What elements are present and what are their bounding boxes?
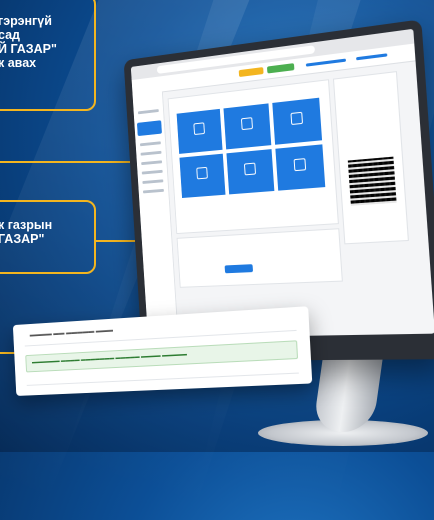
card-title: ▬▬▬▬ ▬▬ ▬▬▬▬▬ ▬▬▬ <box>29 327 114 339</box>
form-button[interactable] <box>224 264 254 274</box>
callout-middle-line-1: к газрын <box>0 218 53 232</box>
bottom-form-panel <box>176 228 343 288</box>
sidebar-item-active[interactable] <box>136 120 162 137</box>
card-divider <box>26 372 299 386</box>
header-link[interactable] <box>356 53 388 61</box>
sidebar-item[interactable] <box>139 141 161 147</box>
service-tile[interactable] <box>226 149 275 195</box>
service-tile[interactable] <box>179 153 226 199</box>
document-icon <box>243 162 257 176</box>
sidebar-item[interactable] <box>141 160 163 166</box>
callout-top-line-4: к авах <box>0 56 37 70</box>
service-tile[interactable] <box>223 103 272 150</box>
callout-top-line-1: гэрэнгүй <box>0 14 52 28</box>
success-message-box: ▬▬▬▬▬▬ ▬▬▬▬ ▬▬▬▬▬▬▬ ▬▬▬▬▬ ▬▬▬▬ ▬▬▬▬▬ <box>25 340 299 373</box>
callout-top-line-2: сад <box>0 28 20 42</box>
callout-top: гэрэнгүй сад Й ГАЗАР" к авах <box>0 0 96 111</box>
sidebar-item[interactable] <box>140 150 162 156</box>
document-icon <box>293 158 307 172</box>
sidebar-item[interactable] <box>142 188 164 194</box>
screen <box>130 28 434 339</box>
header-link[interactable] <box>305 58 347 67</box>
sidebar-item[interactable] <box>142 179 164 184</box>
header-tag-yellow[interactable] <box>238 67 264 78</box>
service-tile[interactable] <box>176 108 223 154</box>
right-info-panel <box>332 71 409 245</box>
service-tiles-panel <box>167 79 339 235</box>
qr-code-overlay <box>347 156 397 206</box>
document-icon <box>240 117 253 131</box>
document-icon <box>196 166 208 180</box>
success-message-text: ▬▬▬▬▬▬ ▬▬▬▬ ▬▬▬▬▬▬▬ ▬▬▬▬▬ ▬▬▬▬ ▬▬▬▬▬ <box>31 351 188 366</box>
header-tag-green[interactable] <box>266 63 295 74</box>
service-tile[interactable] <box>272 97 323 145</box>
callout-top-line-3: Й ГАЗАР" <box>0 42 57 56</box>
callout-middle: к газрын ГАЗАР" <box>0 200 96 274</box>
sidebar-item[interactable] <box>141 169 163 175</box>
document-icon <box>193 122 205 136</box>
service-tile[interactable] <box>275 144 326 191</box>
document-icon <box>290 111 304 126</box>
sidebar-item[interactable] <box>137 109 159 115</box>
callout-middle-line-2: ГАЗАР" <box>0 232 45 246</box>
